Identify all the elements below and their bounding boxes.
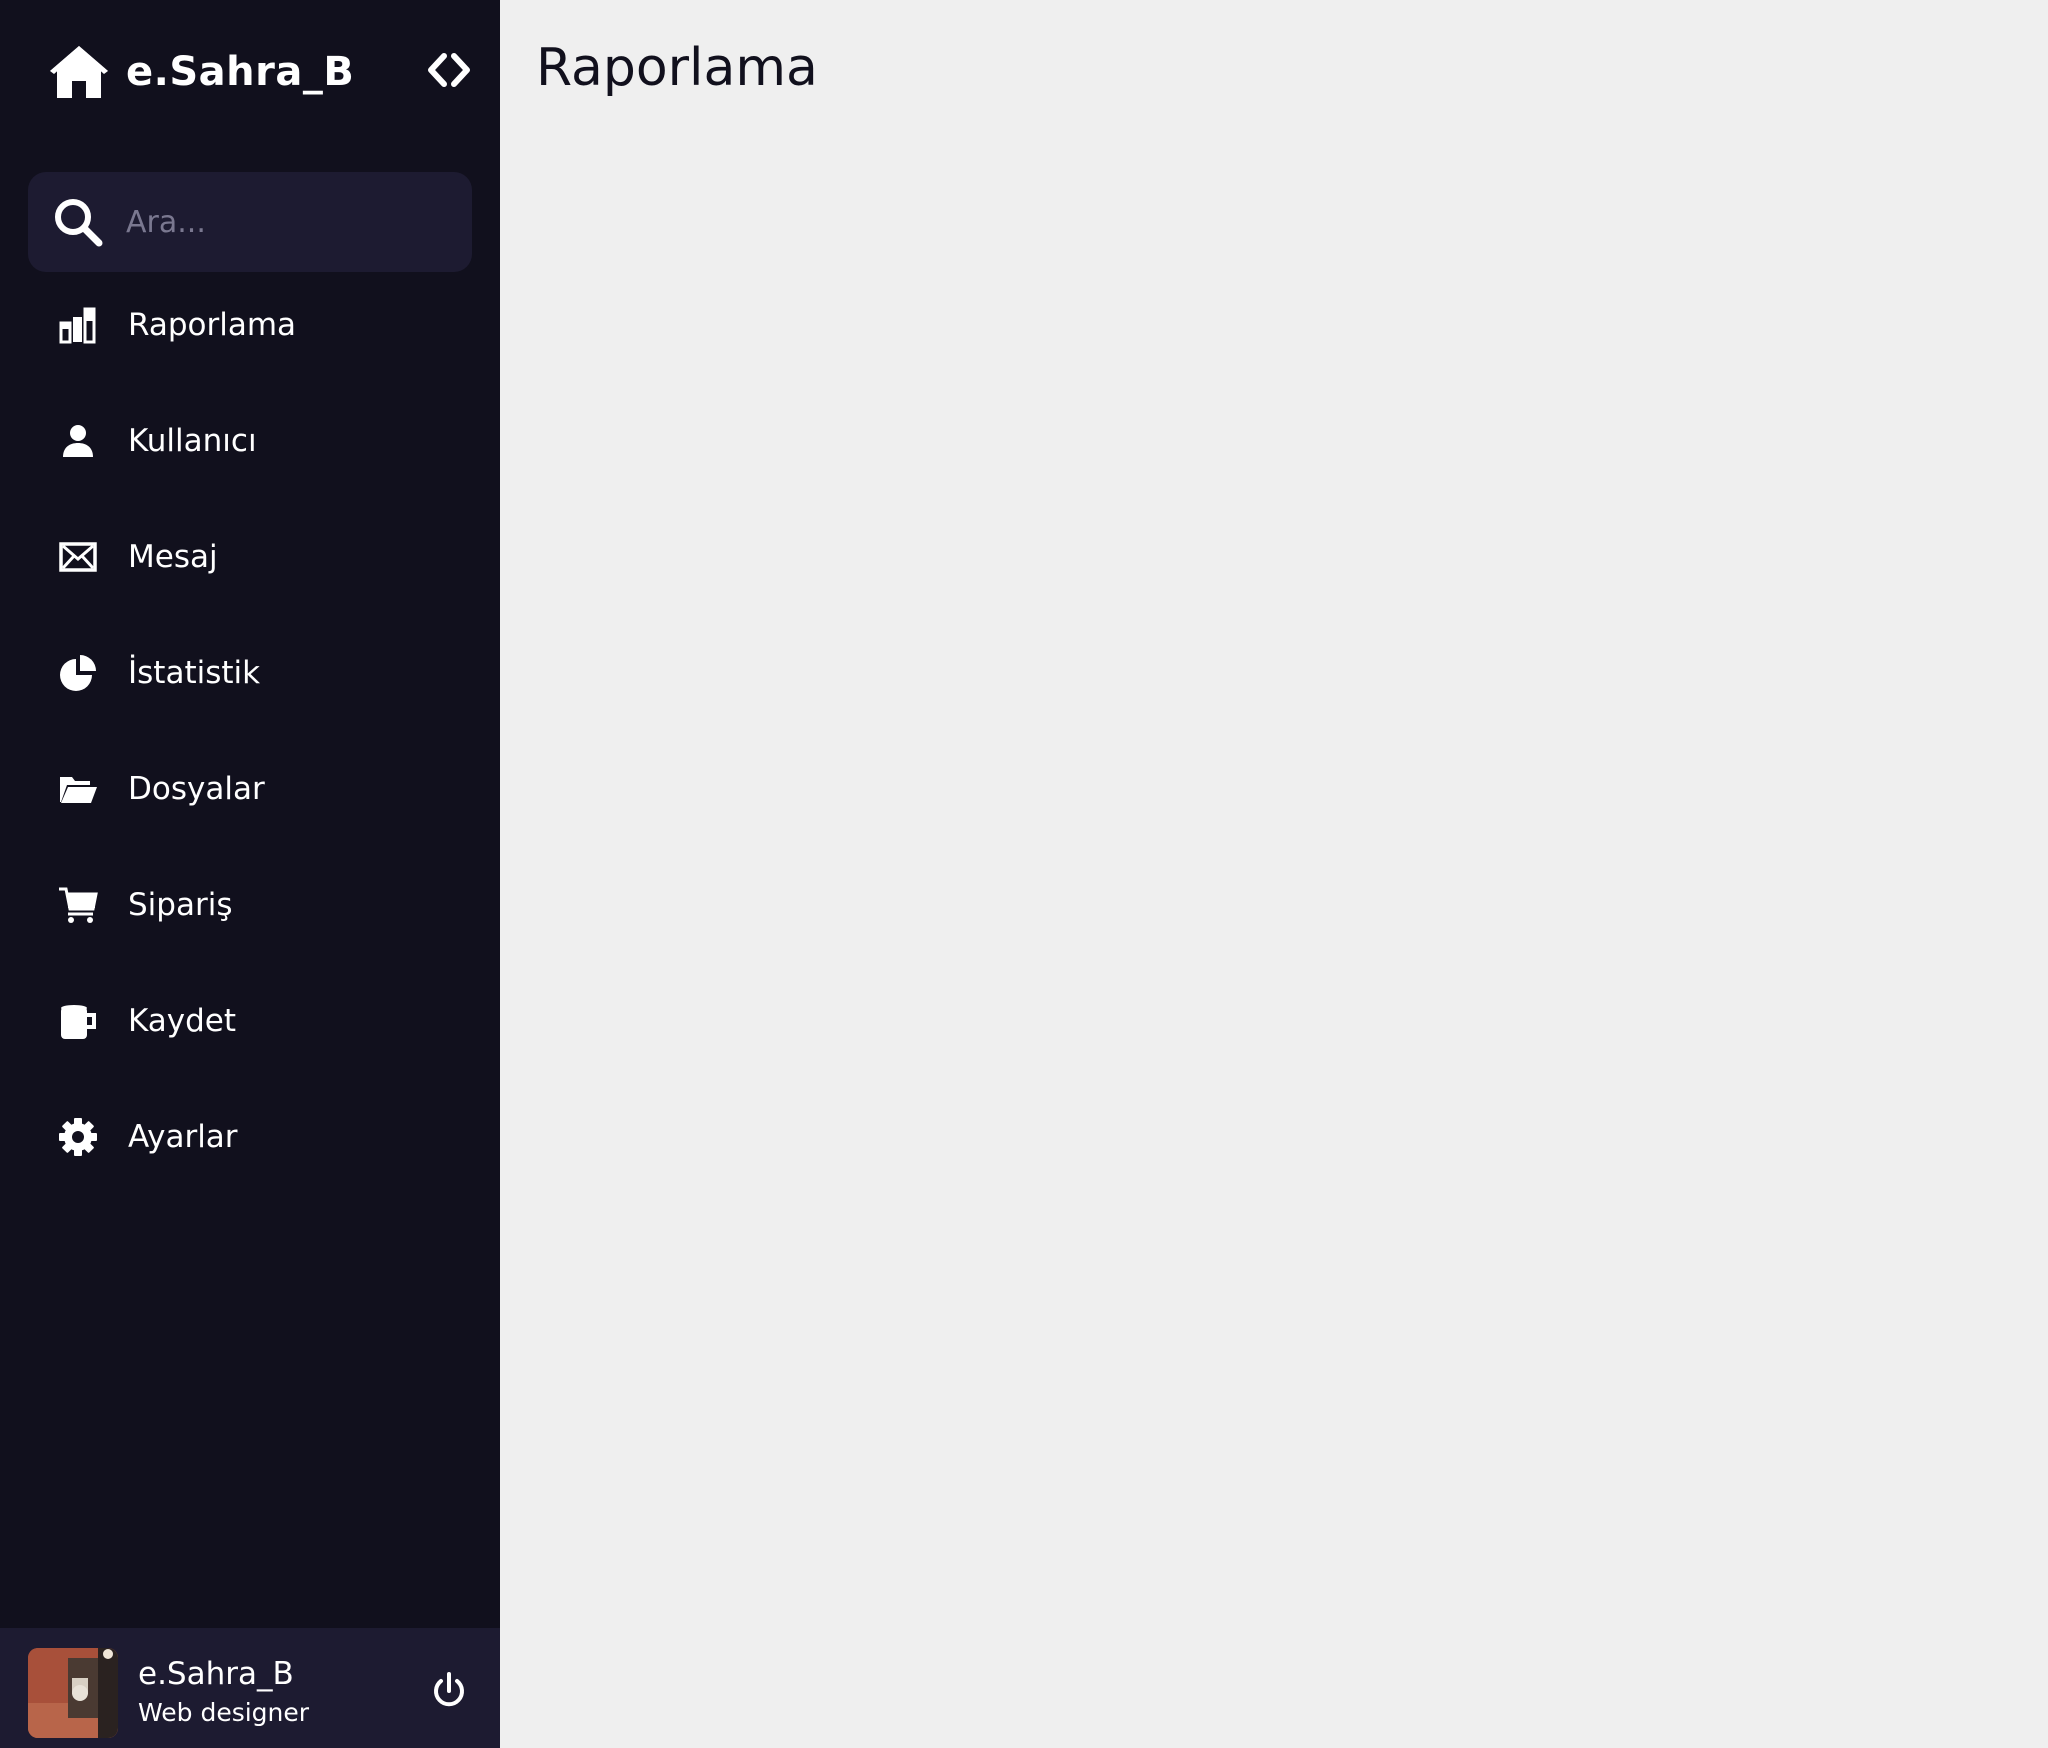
page-title: Raporlama [536,38,818,98]
sidebar-item-label: Raporlama [128,307,297,343]
sidebar-item-raporlama[interactable]: Raporlama [28,280,472,370]
pie-chart-icon [28,653,128,693]
profile-name: e.Sahra_B [138,1656,294,1692]
avatar[interactable] [28,1648,118,1738]
sidebar-item-siparis[interactable]: Sipariş [28,860,472,950]
sidebar-item-dosyalar[interactable]: Dosyalar [28,744,472,834]
brand: e.Sahra_B [48,42,468,102]
profile-panel: e.Sahra_B Web designer [0,1628,500,1748]
profile-role: Web designer [138,1698,310,1727]
home-icon[interactable] [48,43,110,101]
sidebar-item-label: Kullanıcı [128,423,257,459]
search-box [28,172,472,272]
sidebar-item-label: Kaydet [128,1003,237,1039]
power-icon [429,1671,469,1715]
main-content: Raporlama [500,0,2048,1748]
mug-icon [28,1001,128,1041]
sidebar: e.Sahra_B Ara... Raporlama Kullanıcı Mes… [0,0,500,1748]
brand-name: e.Sahra_B [126,49,355,95]
sidebar-item-kullanici[interactable]: Kullanıcı [28,396,472,486]
sidebar-item-label: İstatistik [128,655,261,691]
envelope-icon [28,537,128,577]
sidebar-item-label: Ayarlar [128,1119,238,1155]
sidebar-item-label: Mesaj [128,539,218,575]
sidebar-item-ayarlar[interactable]: Ayarlar [28,1092,472,1182]
sidebar-item-kaydet[interactable]: Kaydet [28,976,472,1066]
sidebar-item-istatistik[interactable]: İstatistik [28,628,472,718]
sidebar-item-label: Sipariş [128,887,233,923]
cart-icon [28,885,128,925]
sidebar-item-label: Dosyalar [128,771,265,807]
sidebar-item-mesaj[interactable]: Mesaj [28,512,472,602]
folder-open-icon [28,769,128,809]
user-icon [28,421,128,461]
search-icon[interactable] [52,196,104,248]
app: e.Sahra_B Ara... Raporlama Kullanıcı Mes… [0,0,2048,1748]
gear-icon [28,1117,128,1157]
logout-button[interactable] [426,1670,472,1716]
sidebar-toggle-button[interactable] [424,50,474,94]
search-input[interactable] [126,192,446,252]
code-arrows-icon [426,53,472,91]
bar-chart-icon [28,305,128,345]
